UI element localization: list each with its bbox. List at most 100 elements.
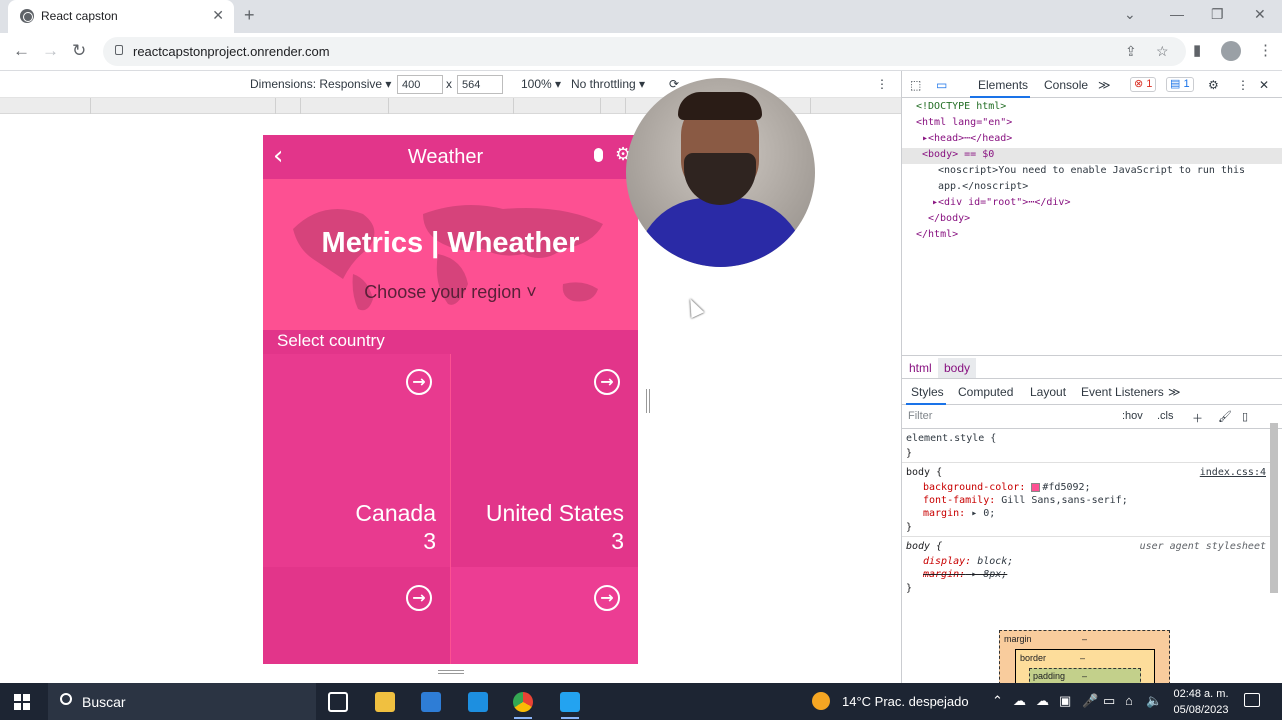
more-tabs-icon[interactable]: ≫	[1098, 78, 1111, 92]
restore-button[interactable]: ❐	[1211, 6, 1224, 23]
menu-kebab-icon[interactable]: ⋮	[1258, 41, 1273, 59]
battery-icon[interactable]: ▭	[1103, 693, 1115, 709]
tab-console[interactable]: Console	[1044, 78, 1088, 92]
url-text[interactable]: reactcapstonproject.onrender.com	[133, 44, 330, 59]
country-card[interactable]: United States 3	[451, 354, 638, 570]
more-style-tabs-icon[interactable]: ≫	[1168, 385, 1181, 399]
breadcrumb-html[interactable]: html	[909, 361, 932, 375]
hov-toggle[interactable]: :hov	[1122, 410, 1143, 422]
throttling-dropdown[interactable]: No throttling ▾	[571, 77, 645, 91]
forward-icon[interactable]: →	[42, 41, 59, 61]
inspect-icon[interactable]: ⬚	[910, 78, 921, 92]
height-input[interactable]	[457, 75, 503, 94]
webcam-overlay	[626, 78, 815, 267]
device-icon[interactable]: ▣	[1059, 693, 1071, 709]
mail-icon[interactable]	[468, 692, 488, 712]
tab-styles[interactable]: Styles	[911, 385, 944, 399]
windows-start-icon[interactable]	[14, 694, 30, 710]
width-input[interactable]	[397, 75, 443, 94]
color-swatch[interactable]	[1031, 482, 1041, 492]
rule-element-style[interactable]: element.style {	[906, 433, 996, 444]
chrome-icon[interactable]	[513, 692, 533, 712]
cls-toggle[interactable]: .cls	[1157, 410, 1174, 422]
styles-tab-bar: Styles Computed Layout Event Listeners ≫	[902, 379, 1282, 405]
vscode-icon[interactable]	[560, 692, 580, 712]
dom-root-div[interactable]: ▸<div id="root">⋯</div>	[932, 197, 1070, 208]
filter-input[interactable]: Filter	[908, 410, 932, 422]
dom-head[interactable]: ▸<head>⋯</head>	[922, 133, 1012, 144]
dom-doctype[interactable]: <!DOCTYPE html>	[916, 101, 1006, 112]
volume-icon[interactable]: 🔈	[1146, 693, 1162, 709]
arrow-right-circle-icon[interactable]	[406, 585, 432, 611]
bookmark-star-icon[interactable]: ☆	[1156, 43, 1169, 60]
country-card[interactable]	[451, 567, 638, 664]
weather-text[interactable]: 14°C Prac. despejado	[842, 694, 969, 709]
source-link[interactable]: index.css:4	[1200, 467, 1266, 478]
minimize-button[interactable]: —	[1170, 6, 1184, 22]
paint-icon[interactable]: 🖌	[1218, 410, 1232, 423]
dom-noscript[interactable]: <noscript>You need to enable JavaScript …	[938, 165, 1245, 176]
rule-close: }	[906, 448, 913, 459]
back-icon[interactable]: ←	[13, 41, 30, 61]
microphone-icon[interactable]	[594, 148, 603, 162]
breadcrumb-body[interactable]: body	[944, 361, 970, 375]
notification-icon[interactable]	[1244, 693, 1260, 707]
sidebar-toggle-icon[interactable]: ▯	[1242, 410, 1248, 423]
error-count-badge[interactable]: ⊗ 1	[1130, 77, 1157, 92]
browser-tab[interactable]: React capston ✕	[8, 0, 234, 33]
arrow-right-circle-icon[interactable]	[594, 369, 620, 395]
dom-html-close[interactable]: </html>	[916, 229, 958, 240]
box-model-diagram[interactable]: margin – border – padding –	[999, 630, 1170, 699]
dom-noscript-cont[interactable]: app.</noscript>	[938, 181, 1028, 192]
microphone-tray-icon[interactable]: 🎤	[1082, 693, 1098, 709]
taskbar-search-label: Buscar	[82, 694, 126, 710]
tab-search-icon[interactable]: ⌄	[1124, 6, 1136, 23]
browser-tab-strip: React capston ✕ + ⌄ — ❐ ✕	[0, 0, 1282, 33]
close-tab-icon[interactable]: ✕	[212, 7, 224, 24]
tab-computed[interactable]: Computed	[958, 385, 1013, 399]
lock-icon	[115, 45, 123, 55]
onedrive-icon[interactable]: ☁	[1013, 693, 1026, 709]
tab-event-listeners[interactable]: Event Listeners	[1081, 385, 1164, 399]
file-explorer-icon[interactable]	[375, 692, 395, 712]
country-card[interactable]: Canada 3	[263, 354, 450, 570]
devbar-more-icon[interactable]: ⋮	[876, 77, 888, 91]
new-tab-button[interactable]: +	[244, 5, 255, 26]
devtools-menu-icon[interactable]: ⋮	[1237, 78, 1249, 92]
zoom-dropdown[interactable]: 100% ▾	[521, 77, 561, 91]
rule-body-ua[interactable]: body {	[906, 541, 942, 552]
taskbar-search[interactable]: Buscar	[48, 683, 316, 720]
dimensions-dropdown[interactable]: Dimensions: Responsive ▾	[250, 77, 391, 91]
resize-handle-bottom[interactable]	[438, 670, 464, 674]
task-view-icon[interactable]	[328, 692, 348, 712]
dom-body-close[interactable]: </body>	[928, 213, 970, 224]
store-icon[interactable]	[421, 692, 441, 712]
share-icon[interactable]: ⇪	[1125, 43, 1137, 60]
taskbar-clock[interactable]: 02:48 a. m. 05/08/2023	[1166, 686, 1236, 718]
dom-html-open[interactable]: <html lang="en">	[916, 117, 1012, 128]
message-count-badge[interactable]: ▤ 1	[1166, 77, 1194, 92]
tab-layout[interactable]: Layout	[1030, 385, 1066, 399]
address-bar[interactable]: reactcapstonproject.onrender.com ⇪ ☆	[103, 37, 1186, 66]
device-toggle-icon[interactable]: ▭	[936, 78, 947, 92]
tray-chevron-icon[interactable]: ⌃	[992, 693, 1003, 709]
close-devtools-icon[interactable]: ✕	[1259, 78, 1269, 92]
reload-icon[interactable]: ↻	[72, 41, 86, 61]
rule-body-selector[interactable]: body {	[906, 467, 942, 478]
network-icon[interactable]: ⌂	[1125, 693, 1133, 708]
settings-gear-icon[interactable]: ⚙	[1208, 78, 1219, 92]
styles-scrollbar[interactable]	[1269, 409, 1279, 669]
arrow-right-circle-icon[interactable]	[594, 585, 620, 611]
sidepanel-icon[interactable]: ▮	[1193, 41, 1201, 59]
dom-body[interactable]: <body> == $0	[922, 149, 994, 160]
tab-title: React capston	[41, 9, 118, 23]
region-dropdown[interactable]: Choose your region ˅	[263, 282, 638, 303]
tab-elements[interactable]: Elements	[978, 78, 1028, 92]
profile-avatar[interactable]	[1221, 41, 1241, 61]
cloud-icon[interactable]: ☁	[1036, 693, 1049, 709]
close-window-button[interactable]: ✕	[1254, 6, 1266, 23]
resize-handle-right[interactable]	[646, 389, 650, 413]
arrow-right-circle-icon[interactable]	[406, 369, 432, 395]
add-rule-icon[interactable]: ＋	[1192, 410, 1203, 426]
country-card[interactable]	[263, 567, 450, 664]
